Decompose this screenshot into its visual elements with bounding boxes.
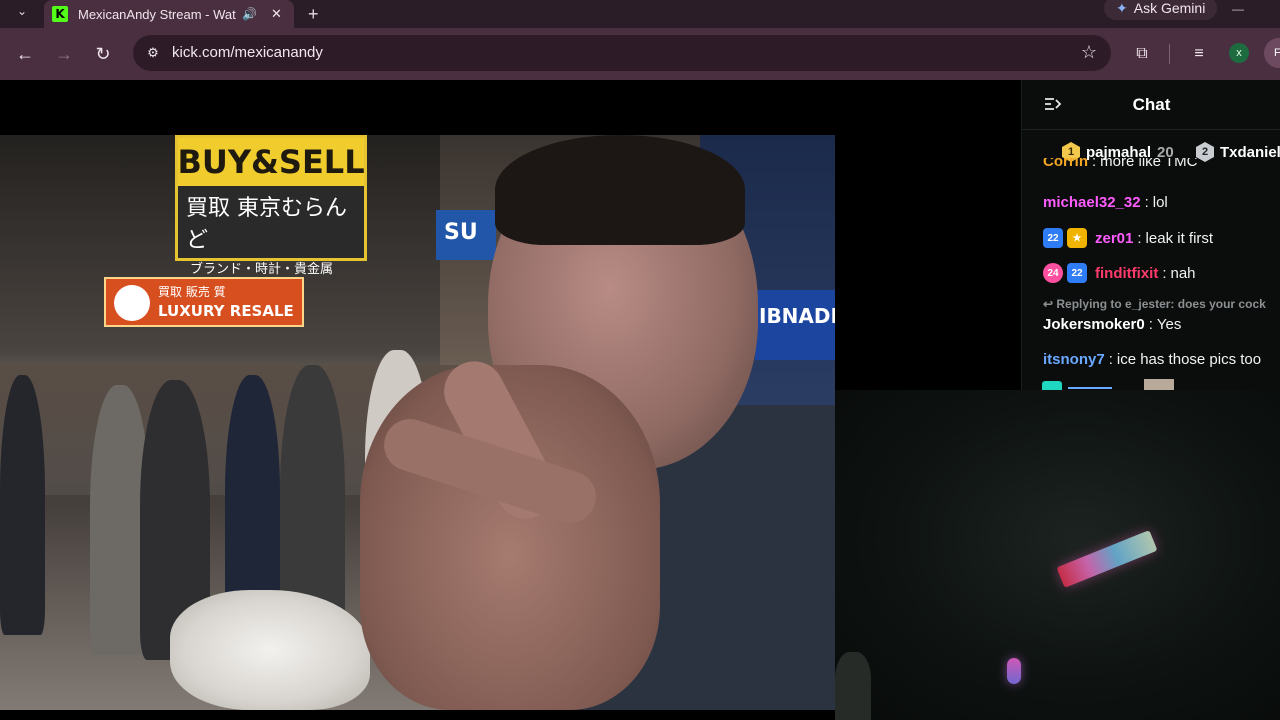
speaker-icon[interactable]: 🔊 [242,7,257,21]
forward-button[interactable]: → [52,42,76,66]
luxury-logo-icon [114,285,150,321]
site-info-icon[interactable]: ⚙ [143,43,163,63]
tab-close-button[interactable]: ✕ [271,6,282,22]
chat-message: Jokersmoker0: Yes [1043,316,1182,333]
kick-favicon-icon: K [52,6,68,22]
sub-badge-icon: 24 [1043,263,1063,283]
chat-username[interactable]: finditfixit [1095,265,1158,282]
chat-panel: Chat 1 pajmahal 20 2 Txdaniel Corrin: mo… [1021,80,1280,390]
video-streamer-hair [495,135,745,245]
leaderboard-username: Txdaniel [1220,143,1280,161]
rank-badge-icon: 2 [1196,142,1214,162]
extensions-icon[interactable]: ⧉ [1130,42,1154,66]
leaderboard-entry[interactable]: 2 Txdaniel [1196,142,1280,162]
chat-message-partial [1042,379,1174,390]
chat-message: michael32_32: lol [1043,194,1168,211]
tab-strip: ⌄ K MexicanAndy Stream - Watch 🔊 ✕ + ✦ A… [0,0,1280,28]
toolbar-divider [1169,44,1170,64]
reply-context[interactable]: ↩ Replying to e_jester: does your cock [1043,297,1266,311]
chat-title: Chat [1132,95,1171,114]
video-plastic-bag [170,590,370,710]
address-bar[interactable]: ⚙ kick.com/mexicanandy ☆ [133,35,1111,71]
chat-message: Corrin: more like TMC [1043,158,1197,170]
reply-context-text: Replying to e_jester: does your cock [1056,297,1266,311]
rgb-mouse-glow [1007,658,1021,684]
video-person [0,375,45,635]
reload-icon: ↻ [95,43,111,64]
ask-gemini-button[interactable]: ✦ Ask Gemini [1104,0,1218,20]
ask-gemini-label: Ask Gemini [1133,0,1206,16]
arrow-left-icon: ← [16,43,34,64]
reload-button[interactable]: ↻ [91,42,115,66]
webcam-object [835,652,871,720]
window-menu-icon[interactable]: — [1232,2,1244,16]
chat-username[interactable]: itsnony7 [1043,351,1105,368]
chat-text: lol [1152,194,1168,211]
chat-text: leak it first [1145,229,1214,247]
stream-video-player[interactable]: BUY&SELL 買取 東京むらんど ブランド・時計・貴金属 買取 販売 質 L… [0,135,835,710]
chat-text: Yes [1156,316,1182,333]
sign-buysell-mid: 買取 東京むらんど [186,196,347,253]
video-sign-blue: SU [436,210,496,260]
rgb-keyboard-glow [1056,530,1158,588]
new-tab-button[interactable]: + [308,5,319,23]
gemini-sparkle-icon: ✦ [1116,0,1128,16]
page-content: BUY&SELL 買取 東京むらんど ブランド・時計・貴金属 買取 販売 質 L… [0,80,1280,720]
chat-message: 22 ★ zer01: leak it first [1043,228,1213,248]
webcam-overlay [835,390,1280,720]
arrow-right-icon: → [55,43,73,64]
chat-text: ice has those pics too [1116,351,1262,368]
chat-text: more like TMC [1100,158,1198,170]
chat-header: Chat [1022,80,1280,130]
profile-avatar-x[interactable]: x [1229,43,1249,63]
chevron-down-icon: ⌄ [16,4,28,18]
browser-tab-active[interactable]: K MexicanAndy Stream - Watch 🔊 ✕ [44,0,294,28]
chat-username[interactable]: Jokersmoker0 [1043,316,1145,333]
profile-avatar-f[interactable]: F [1264,38,1280,68]
bookmark-star-icon[interactable]: ☆ [1081,42,1097,63]
chat-message: itsnony7: ice has those pics too [1043,351,1262,368]
url-text[interactable]: kick.com/mexicanandy [172,44,323,61]
chat-username[interactable]: michael32_32 [1043,194,1141,211]
chat-message: 24 22 finditfixit: nah [1043,263,1196,283]
tab-search-menu-button[interactable]: ⌄ [8,0,36,22]
sign-buysell-sub: ブランド・時計・貴金属 [190,262,334,277]
chat-username[interactable]: zer01 [1095,230,1133,247]
reply-arrow-icon: ↩ [1043,297,1057,311]
sub-badge-icon: 22 [1067,263,1087,283]
browser-toolbar: ← → ↻ ⚙ kick.com/mexicanandy ☆ ⧉ ≡ x F [0,28,1280,80]
sign-buysell-top: BUY&SELL [177,138,365,186]
video-sign-ibnade: IBNADE [755,290,835,360]
tab-title: MexicanAndy Stream - Watch [78,6,236,22]
chat-text: nah [1170,264,1196,282]
sub-badge-icon: 22 [1043,228,1063,248]
video-sign-luxury-resale: 買取 販売 質 LUXURY RESALE [104,277,304,327]
gifter-badge-icon: ★ [1067,228,1087,248]
chat-username[interactable]: Corrin [1043,158,1088,170]
media-controls-icon[interactable]: ≡ [1187,42,1211,66]
back-button[interactable]: ← [13,42,37,66]
video-sign-buy-sell: BUY&SELL 買取 東京むらんど ブランド・時計・貴金属 [175,135,367,277]
